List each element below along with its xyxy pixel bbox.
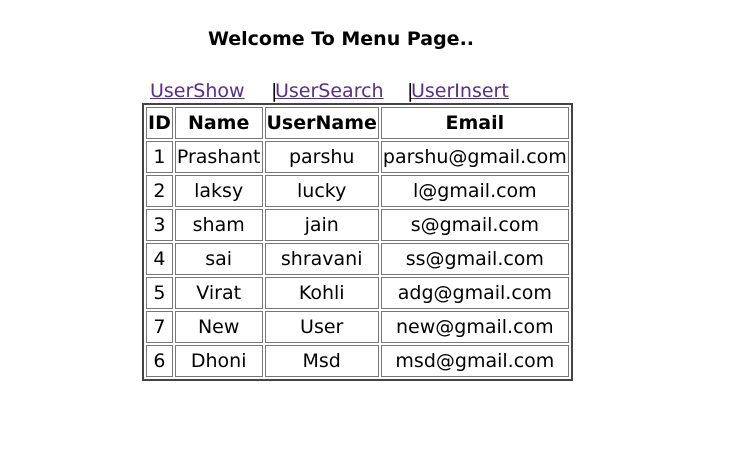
cell-email: new@gmail.com — [380, 311, 569, 343]
table-row: 5 Virat Kohli adg@gmail.com — [146, 277, 569, 309]
cell-username: Kohli — [264, 277, 379, 309]
cell-id: 1 — [146, 141, 173, 173]
cell-name: laksy — [174, 175, 263, 207]
cell-name: New — [174, 311, 263, 343]
cell-username: parshu — [264, 141, 379, 173]
cell-name: sai — [174, 243, 263, 275]
table-row: 3 sham jain s@gmail.com — [146, 209, 569, 241]
cell-name: Prashant — [174, 141, 263, 173]
cell-email: parshu@gmail.com — [380, 141, 569, 173]
cell-username: Msd — [264, 345, 379, 377]
column-header-email: Email — [380, 107, 569, 139]
table-header-row: ID Name UserName Email — [146, 107, 569, 139]
usershow-link[interactable]: UserShow — [150, 79, 245, 103]
cell-username: jain — [264, 209, 379, 241]
column-header-name: Name — [174, 107, 263, 139]
cell-email: msd@gmail.com — [380, 345, 569, 377]
page-title: Welcome To Menu Page.. — [207, 28, 475, 50]
cell-id: 6 — [146, 345, 173, 377]
users-table: ID Name UserName Email 1 Prashant parshu… — [142, 103, 573, 381]
cell-email: ss@gmail.com — [380, 243, 569, 275]
table-row: 4 sai shravani ss@gmail.com — [146, 243, 569, 275]
cell-name: Virat — [174, 277, 263, 309]
table-row: 2 laksy lucky l@gmail.com — [146, 175, 569, 207]
cell-email: s@gmail.com — [380, 209, 569, 241]
cell-username: shravani — [264, 243, 379, 275]
cell-id: 2 — [146, 175, 173, 207]
cell-id: 4 — [146, 243, 173, 275]
cell-id: 7 — [146, 311, 173, 343]
cell-id: 5 — [146, 277, 173, 309]
cell-username: lucky — [264, 175, 379, 207]
cell-email: l@gmail.com — [380, 175, 569, 207]
column-header-id: ID — [146, 107, 173, 139]
userinsert-link[interactable]: UserInsert — [411, 79, 509, 103]
usersearch-link[interactable]: UserSearch — [275, 79, 384, 103]
cell-username: User — [264, 311, 379, 343]
cell-email: adg@gmail.com — [380, 277, 569, 309]
table-row: 6 Dhoni Msd msd@gmail.com — [146, 345, 569, 377]
cell-name: sham — [174, 209, 263, 241]
table-row: 1 Prashant parshu parshu@gmail.com — [146, 141, 569, 173]
table-row: 7 New User new@gmail.com — [146, 311, 569, 343]
column-header-username: UserName — [264, 107, 379, 139]
cell-id: 3 — [146, 209, 173, 241]
cell-name: Dhoni — [174, 345, 263, 377]
